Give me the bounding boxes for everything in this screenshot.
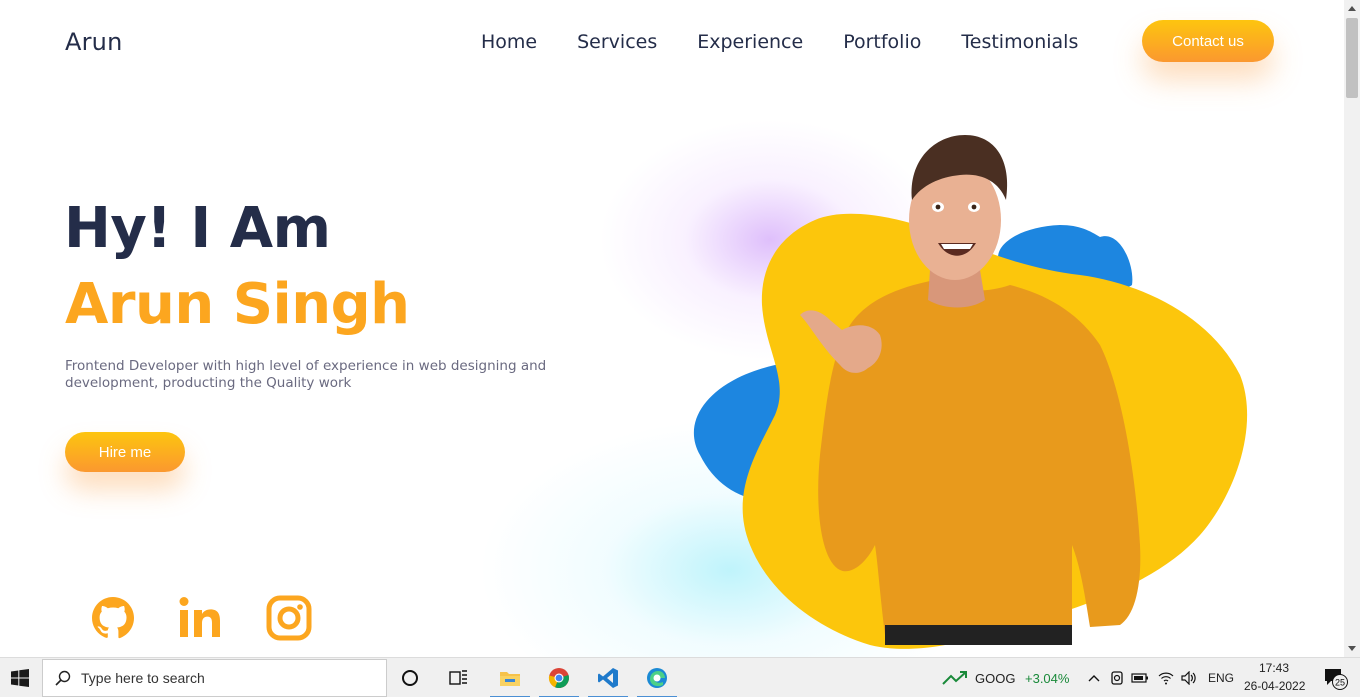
- stock-ticker[interactable]: GOOG: [975, 671, 1015, 686]
- person-left-pupil: [935, 204, 941, 210]
- edge-icon[interactable]: [637, 658, 677, 697]
- vscode-icon[interactable]: [588, 658, 628, 697]
- windows-start-icon[interactable]: [0, 658, 40, 697]
- site-logo[interactable]: Arun: [65, 28, 123, 56]
- scroll-down-arrow-icon[interactable]: [1344, 641, 1360, 657]
- chrome-icon[interactable]: [539, 658, 579, 697]
- file-explorer-icon[interactable]: [490, 658, 530, 697]
- nav-item-services[interactable]: Services: [577, 31, 657, 53]
- stock-change[interactable]: +3.04%: [1025, 671, 1069, 686]
- cortana-icon[interactable]: [390, 658, 430, 697]
- vertical-scrollbar[interactable]: [1344, 0, 1360, 657]
- task-view-icon[interactable]: [439, 658, 479, 697]
- github-icon[interactable]: [85, 592, 141, 644]
- volume-icon[interactable]: [1171, 658, 1207, 697]
- portfolio-page: Arun Home Services Experience Portfolio …: [0, 0, 1344, 657]
- hero-name: Arun Singh: [65, 272, 410, 337]
- search-icon: [55, 670, 71, 686]
- nav-item-experience[interactable]: Experience: [697, 31, 803, 53]
- instagram-icon[interactable]: [261, 592, 317, 644]
- linkedin-icon[interactable]: [173, 592, 229, 644]
- person-teeth: [941, 244, 973, 249]
- stock-trend-icon[interactable]: [935, 658, 975, 697]
- scroll-up-arrow-icon[interactable]: [1344, 0, 1360, 16]
- language-indicator[interactable]: ENG: [1208, 671, 1234, 685]
- taskbar-search-input[interactable]: Type here to search: [42, 659, 387, 697]
- person-pants: [885, 625, 1072, 645]
- notification-count: 25: [1335, 678, 1345, 688]
- notifications-icon[interactable]: 25: [1314, 658, 1354, 697]
- clock-time[interactable]: 17:43: [1259, 661, 1289, 675]
- clock-date[interactable]: 26-04-2022: [1244, 679, 1305, 693]
- search-placeholder: Type here to search: [81, 670, 205, 686]
- nav-item-portfolio[interactable]: Portfolio: [843, 31, 921, 53]
- nav-item-testimonials[interactable]: Testimonials: [961, 31, 1078, 53]
- hero-description: Frontend Developer with high level of ex…: [65, 358, 547, 391]
- hero-greeting: Hy! I Am: [64, 196, 331, 261]
- windows-taskbar: Type here to search GOOG +3.04% ENG 17:4…: [0, 657, 1360, 697]
- hire-me-button[interactable]: Hire me: [65, 432, 185, 472]
- social-links: [85, 592, 317, 644]
- nav-item-home[interactable]: Home: [481, 31, 537, 53]
- hero-illustration: [693, 135, 1248, 649]
- person-right-pupil: [971, 204, 977, 210]
- main-nav: Home Services Experience Portfolio Testi…: [481, 31, 1118, 53]
- contact-us-button[interactable]: Contact us: [1142, 20, 1274, 62]
- scroll-thumb[interactable]: [1346, 18, 1358, 98]
